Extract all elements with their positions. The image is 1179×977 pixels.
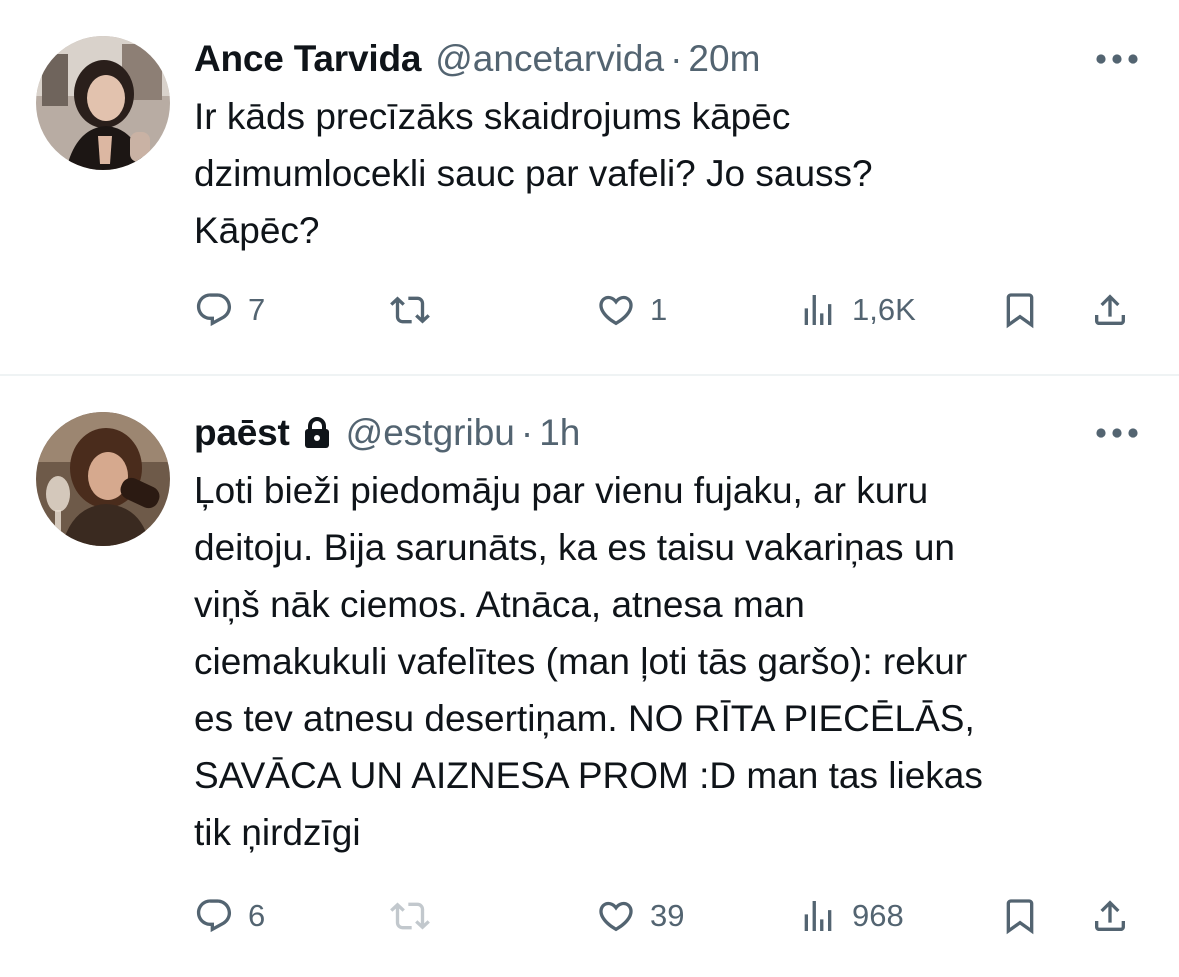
timestamp[interactable]: 20m xyxy=(688,38,760,80)
views-icon xyxy=(804,295,832,325)
avatar[interactable] xyxy=(36,36,170,170)
reply-count: 7 xyxy=(248,292,266,327)
handle[interactable]: @estgribu xyxy=(346,412,515,454)
views-count: 1,6K xyxy=(852,292,916,327)
lock-icon xyxy=(304,417,329,448)
views-button[interactable]: 1,6K xyxy=(798,282,916,338)
timestamp[interactable]: 1h xyxy=(539,412,580,454)
tweet-text: Ir kāds precīzāks skaidrojums kāpēc dzim… xyxy=(194,96,873,251)
tweet[interactable]: paēst @estgribu · 1h Ļoti bieži piedomāj… xyxy=(0,376,1179,977)
more-icon[interactable] xyxy=(1095,426,1139,440)
like-count: 1 xyxy=(650,292,668,327)
views-count: 968 xyxy=(852,898,904,933)
bookmark-button[interactable] xyxy=(1000,888,1040,944)
more-icon[interactable] xyxy=(1095,52,1139,66)
reply-icon xyxy=(196,899,232,933)
share-button[interactable] xyxy=(1090,282,1130,338)
views-icon xyxy=(804,901,832,931)
share-icon xyxy=(1095,900,1125,931)
like-button[interactable]: 1 xyxy=(596,282,667,338)
action-bar: 6 39 968 xyxy=(194,888,1144,944)
reply-button[interactable]: 7 xyxy=(194,282,265,338)
separator: · xyxy=(520,412,534,453)
avatar[interactable] xyxy=(36,412,170,546)
separator: · xyxy=(670,38,683,79)
bookmark-icon xyxy=(1006,293,1034,329)
reply-count: 6 xyxy=(248,898,266,933)
like-button[interactable]: 39 xyxy=(596,888,684,944)
tweet[interactable]: Ance Tarvida @ancetarvida · 20m Ir kāds … xyxy=(0,0,1179,374)
tweet-text: Ļoti bieži piedomāju par vienu fujaku, a… xyxy=(194,470,983,853)
reply-icon xyxy=(196,293,232,327)
heart-icon xyxy=(599,295,633,326)
views-button[interactable]: 968 xyxy=(798,888,904,944)
share-button[interactable] xyxy=(1090,888,1130,944)
bookmark-button[interactable] xyxy=(1000,282,1040,338)
share-icon xyxy=(1095,294,1125,325)
retweet-icon xyxy=(390,296,430,324)
handle[interactable]: @ancetarvida xyxy=(435,38,664,80)
like-count: 39 xyxy=(650,898,685,933)
heart-icon xyxy=(599,901,633,932)
retweet-icon xyxy=(390,902,430,930)
display-name[interactable]: Ance Tarvida xyxy=(194,38,421,80)
bookmark-icon xyxy=(1006,899,1034,935)
action-bar: 7 1 1,6K xyxy=(194,282,1144,338)
retweet-button[interactable] xyxy=(390,888,444,944)
display-name[interactable]: paēst xyxy=(194,412,290,454)
reply-button[interactable]: 6 xyxy=(194,888,265,944)
retweet-button[interactable] xyxy=(390,282,444,338)
